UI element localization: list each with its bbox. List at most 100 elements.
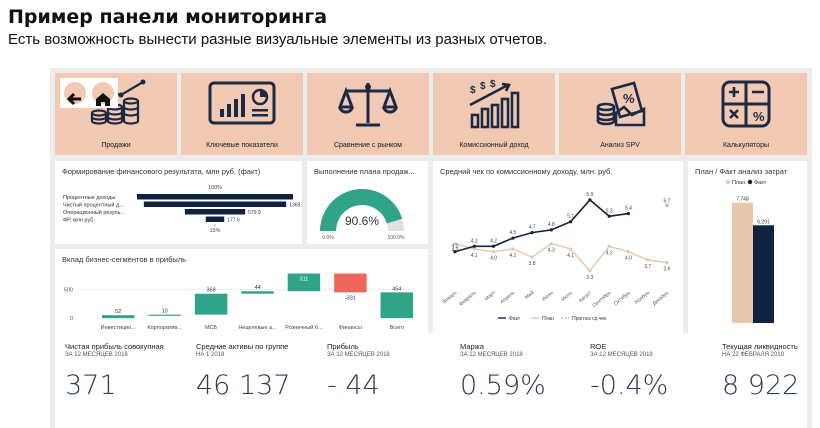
- line-value-label: 5.3: [606, 208, 613, 214]
- legend-label-fact: Факт: [509, 316, 521, 322]
- waterfall-y-tick: 500: [64, 288, 73, 294]
- waterfall-category-label: Финансы: [339, 325, 362, 331]
- line-x-tick: Январь: [441, 290, 458, 306]
- funnel-bar: [205, 216, 225, 222]
- line-point: [491, 250, 496, 254]
- waterfall-bar: [194, 293, 228, 315]
- line-value-label: 4.2: [471, 238, 478, 244]
- tile-sales[interactable]: Продажи: [55, 73, 177, 155]
- svg-text:$: $: [470, 85, 476, 96]
- funnel-category-label: ФР, млн руб.: [63, 218, 95, 224]
- kpi-avg-assets[interactable]: Средние активы по группе НА 1 2018 46 13…: [196, 342, 321, 401]
- back-button[interactable]: [64, 82, 86, 106]
- kpi-value: 0.59%: [460, 370, 546, 401]
- sales-plan-gauge[interactable]: 90.6% 0.0% 100.0%: [307, 161, 428, 244]
- segment-contribution-chart[interactable]: 500 0 52 Инвестицио... 10 Корпоратив... 368 МСБ…: [55, 249, 428, 333]
- tile-label: Продажи: [101, 142, 131, 149]
- kpi-net-profit[interactable]: Чистая прибыль совокупная ЗА 12 МЕСЯЦЕВ …: [65, 342, 190, 401]
- waterfall-bar: [241, 291, 274, 294]
- tile-commission[interactable]: $ $ $ Комиссионный доход: [433, 73, 555, 155]
- tile-label: Ключевые показатели: [206, 142, 278, 149]
- avg-check-chart[interactable]: 4.34.14.04.13.84.34.13.34.24.03.73.64.04…: [433, 161, 683, 333]
- line-point: [472, 244, 476, 248]
- legend-label-forecast: Прогноз ср.чек: [572, 316, 607, 322]
- line-value-label: 4.5: [509, 230, 516, 236]
- line-point: [569, 220, 573, 224]
- cost-value-label: 7.748: [736, 197, 749, 203]
- svg-text:$: $: [480, 81, 486, 92]
- page-subtitle: Есть возможность вынести разные визуальн…: [8, 31, 548, 48]
- commission-chart-icon: $ $ $: [469, 79, 520, 129]
- line-x-tick: Февраль: [458, 290, 478, 308]
- cost-analysis-chart[interactable]: План Факт 7.748 6.291: [688, 161, 807, 333]
- kpi-roe[interactable]: ROE ЗА 12 МЕСЯЦЕВ 2018 -0.4%: [590, 342, 715, 401]
- legend-swatch-fact: [747, 179, 753, 185]
- line-x-tick: Ноябрь: [634, 290, 651, 306]
- funnel-bar: [137, 194, 293, 200]
- svg-text:%: %: [753, 109, 765, 124]
- waterfall-value-label: -331: [345, 295, 356, 301]
- funnel-bottom-label: 15%: [209, 228, 220, 234]
- cost-bar-plan: [732, 202, 753, 323]
- page-title: Пример панели мониторинга: [8, 6, 328, 28]
- line-point: [511, 247, 515, 251]
- tile-kpi[interactable]: Ключевые показатели: [181, 73, 303, 155]
- kpi-title: Маржа: [460, 342, 484, 351]
- line-value-label: 5.1: [567, 214, 574, 220]
- kpi-value: - 44: [327, 370, 380, 401]
- waterfall-bar: [101, 315, 135, 319]
- waterfall-category-label: Нецелевые а...: [238, 325, 277, 331]
- line-value-label: 4.1: [567, 253, 574, 259]
- line-x-tick: Август: [578, 289, 594, 304]
- line-x-tick: Октябрь: [613, 290, 632, 307]
- line-series-fact: [454, 198, 629, 253]
- legend-label-fact: Факт: [754, 180, 767, 186]
- waterfall-bar: [148, 314, 181, 316]
- line-point: [530, 255, 534, 259]
- line-value-label: 4.0: [490, 256, 497, 262]
- waterfall-bar: [380, 292, 414, 319]
- line-value-label: 3.6: [664, 267, 671, 273]
- segment-contribution-panel: Вклад бизнес-сегментов в прибыль 500 0 52 И…: [55, 249, 428, 333]
- line-point: [511, 236, 515, 240]
- line-point: [453, 250, 457, 254]
- line-point: [549, 228, 553, 232]
- line-x-tick: Май: [523, 289, 535, 301]
- kpi-profit[interactable]: Прибыль ЗА 12 МЕСЯЦЕВ 2018 - 44: [327, 342, 452, 401]
- cost-bar-fact: [753, 225, 774, 323]
- line-value-label: 4.2: [606, 250, 613, 256]
- scales-icon: [338, 83, 398, 127]
- line-x-tick: Декабрь: [651, 290, 670, 307]
- home-button[interactable]: [92, 82, 114, 106]
- waterfall-category-label: Инвестицио...: [101, 325, 137, 331]
- line-forecast-label: 5.7: [664, 198, 671, 204]
- kpi-subtitle: НА 22 ФЕВРАЛЯ 2019: [722, 352, 784, 358]
- waterfall-value-label: 52: [115, 309, 121, 315]
- line-value-label: 4.8: [548, 222, 555, 228]
- financial-result-chart[interactable]: 100% Процентные доходыЧистый процентный д…: [55, 161, 302, 244]
- kpi-liquidity[interactable]: Текущая ликвидность НА 22 ФЕВРАЛЯ 2019 8…: [722, 342, 817, 401]
- tile-label: Калькуляторы: [722, 142, 769, 149]
- legend-swatch-plan: [725, 179, 731, 185]
- gauge-value: 90.6%: [345, 214, 379, 228]
- tile-spv[interactable]: % Анализ SPV: [559, 73, 681, 155]
- kpi-monitor-icon: [208, 81, 276, 125]
- tile-market[interactable]: Сравнение с рынком: [307, 73, 429, 155]
- line-value-label: 4.2: [490, 238, 497, 244]
- tile-calculators[interactable]: % Калькуляторы: [685, 73, 807, 155]
- cost-value-label: 6.291: [757, 219, 770, 225]
- funnel-value-label: 177.6: [227, 218, 240, 224]
- line-point: [665, 261, 669, 265]
- kpi-subtitle: НА 1 2018: [196, 352, 225, 358]
- funnel-top-label: 100%: [208, 185, 222, 191]
- waterfall-value-label: 44: [254, 285, 260, 291]
- calculator-icon: %: [721, 80, 771, 128]
- line-point: [472, 247, 476, 251]
- waterfall-y-tick: 0: [70, 316, 73, 322]
- kpi-margin[interactable]: Маржа ЗА 12 МЕСЯЦЕВ 2018 0.59%: [460, 342, 585, 401]
- kpi-value: 371: [65, 370, 117, 401]
- line-point: [646, 258, 650, 262]
- line-value-label: 4.7: [529, 225, 536, 231]
- svg-text:$: $: [490, 79, 496, 90]
- line-x-tick: Март: [484, 289, 498, 302]
